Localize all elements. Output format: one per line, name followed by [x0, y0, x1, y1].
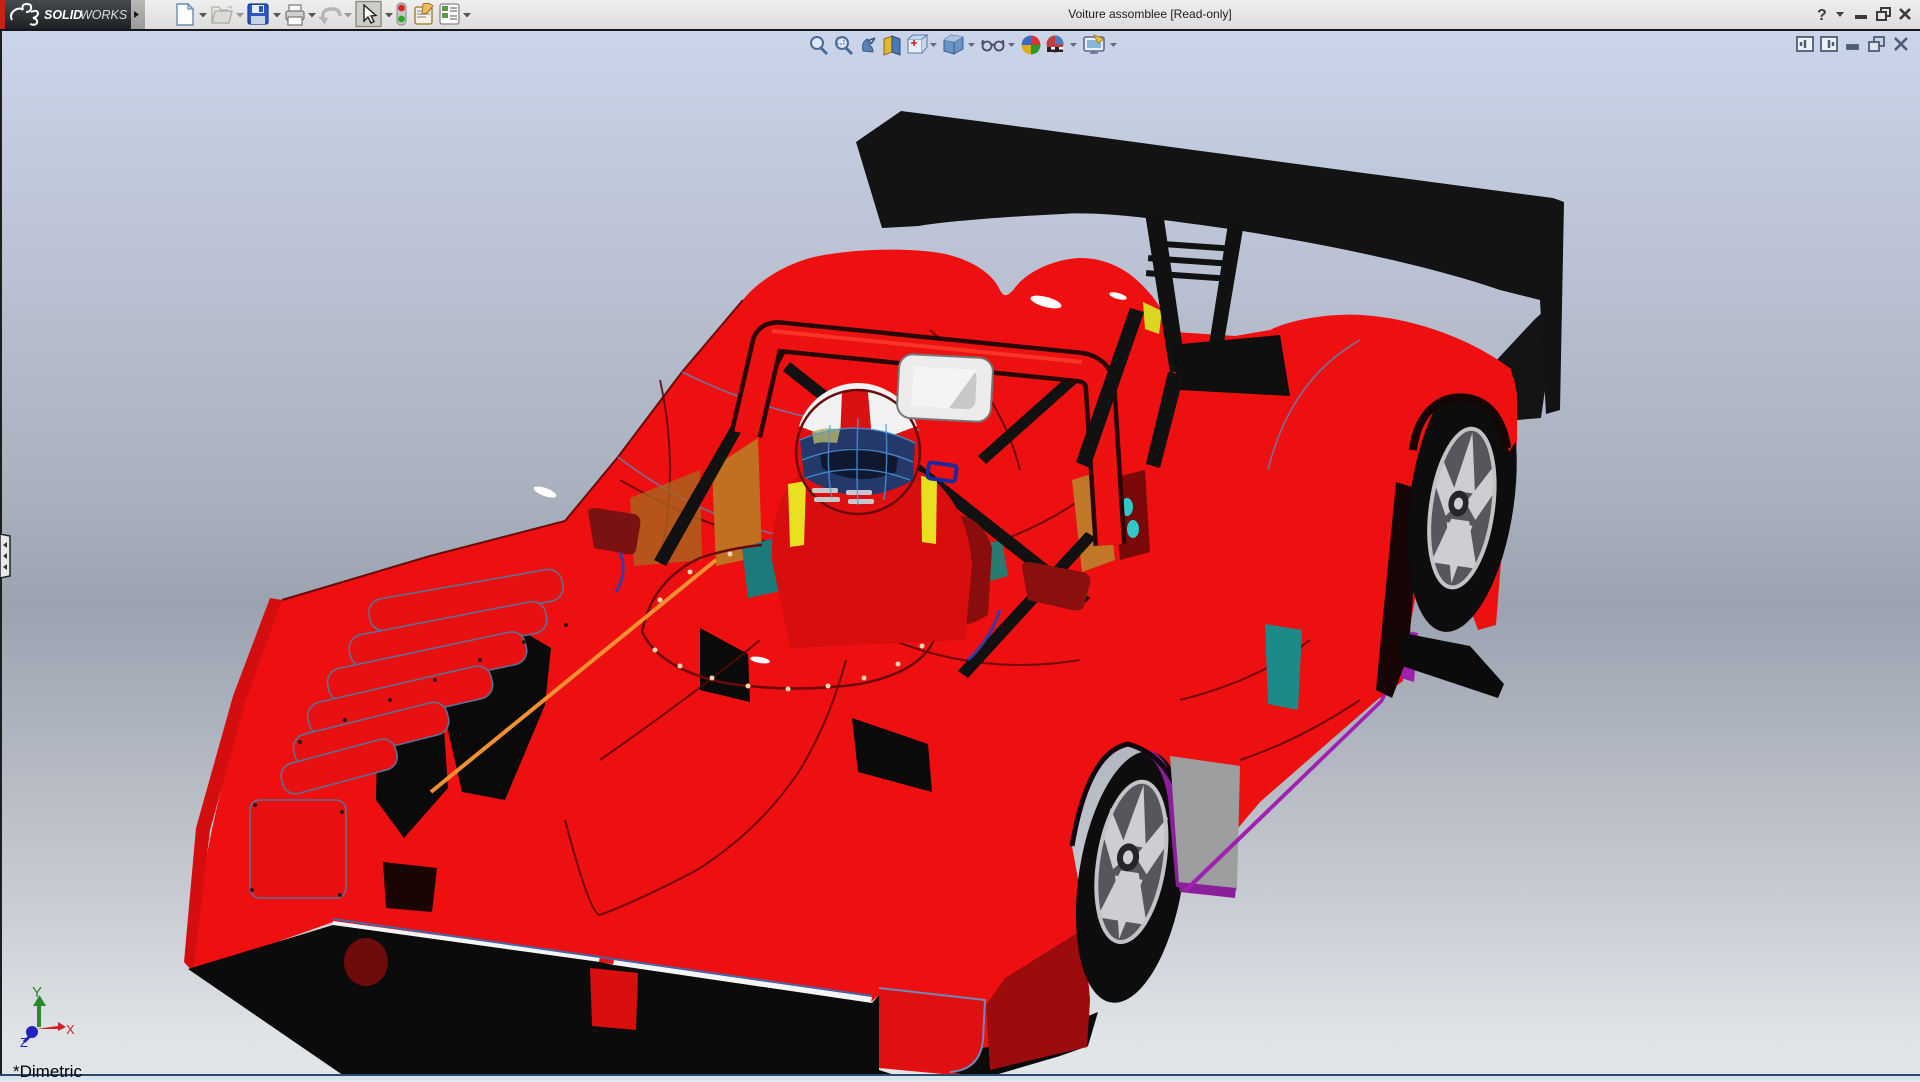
svg-text:X: X — [66, 1022, 75, 1037]
svg-text:Z: Z — [20, 1035, 28, 1050]
svg-text:WORKS: WORKS — [80, 8, 128, 22]
svg-text:?: ? — [1817, 7, 1827, 24]
svg-text:SOLID: SOLID — [44, 8, 82, 22]
